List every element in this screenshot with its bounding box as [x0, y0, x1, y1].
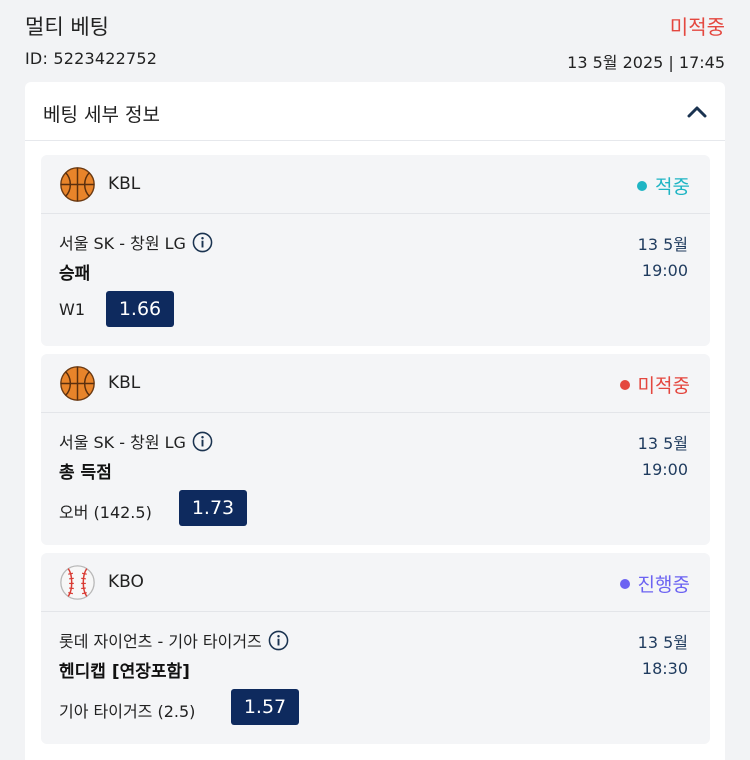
- bet-status: 미적중: [669, 15, 725, 39]
- selection-label: 기아 타이거즈 (2.5): [59, 702, 196, 721]
- event-time: 19:00: [641, 460, 688, 479]
- baseball-icon: [60, 565, 95, 600]
- odds-badge[interactable]: 1.66: [106, 291, 174, 327]
- bet-header: 멀티 베팅 미적중 ID: 5223422752 13 5월 2025 | 17…: [0, 0, 750, 82]
- match-teams: 서울 SK - 창원 LG: [59, 234, 186, 253]
- bet-card-header: KBL 적중: [41, 155, 710, 214]
- status-dot: [619, 379, 630, 390]
- status-label: 적중: [655, 176, 690, 198]
- bet-result-status: 미적중: [619, 371, 690, 398]
- bet-details-panel: 베팅 세부 정보 KBL 적중 서울 SK - 창원 LG 승패 W1 1.66…: [25, 82, 725, 760]
- match-name: 서울 SK - 창원 LG: [59, 429, 213, 453]
- bet-type-title: 멀티 베팅: [25, 15, 109, 39]
- league-name: KBO: [108, 572, 144, 592]
- event-time: 19:00: [641, 261, 688, 280]
- bet-result-status: 진행중: [619, 570, 690, 597]
- status-dot: [619, 578, 630, 589]
- bet-card: KBL 미적중 서울 SK - 창원 LG 총 득점 오버 (142.5) 1.…: [41, 354, 710, 545]
- league-name: KBL: [108, 373, 141, 393]
- league-name: KBL: [108, 174, 141, 194]
- market-name: 헨디캡 [연장포함]: [59, 662, 190, 682]
- info-icon[interactable]: [268, 630, 289, 651]
- bet-card: KBO 진행중 롯데 자이언츠 - 기아 타이거즈 헨디캡 [연장포함] 기아 …: [41, 553, 710, 744]
- bet-card-header: KBO 진행중: [41, 553, 710, 612]
- chevron-up-icon: [687, 106, 707, 118]
- bet-datetime: 13 5월 2025 | 17:45: [567, 53, 725, 72]
- match-name: 롯데 자이언츠 - 기아 타이거즈: [59, 628, 289, 652]
- bet-card: KBL 적중 서울 SK - 창원 LG 승패 W1 1.66 13 5월 19…: [41, 155, 710, 346]
- bet-id: ID: 5223422752: [25, 49, 158, 68]
- market-name: 총 득점: [59, 463, 112, 483]
- status-label: 진행중: [637, 574, 690, 596]
- basketball-icon: [60, 366, 95, 401]
- status-dot: [637, 180, 648, 191]
- odds-badge[interactable]: 1.57: [231, 689, 299, 725]
- event-date: 13 5월: [637, 434, 688, 453]
- bet-details-header[interactable]: 베팅 세부 정보: [25, 82, 725, 141]
- selection-label: W1: [59, 300, 85, 319]
- collapse-button[interactable]: [681, 96, 713, 128]
- event-date: 13 5월: [637, 633, 688, 652]
- info-icon[interactable]: [192, 431, 213, 452]
- bet-details-title: 베팅 세부 정보: [43, 104, 160, 126]
- event-date: 13 5월: [637, 235, 688, 254]
- event-time: 18:30: [641, 659, 688, 678]
- match-name: 서울 SK - 창원 LG: [59, 230, 213, 254]
- odds-badge[interactable]: 1.73: [179, 490, 247, 526]
- market-name: 승패: [59, 264, 91, 284]
- bet-card-header: KBL 미적중: [41, 354, 710, 413]
- match-teams: 롯데 자이언츠 - 기아 타이거즈: [59, 632, 262, 651]
- bet-result-status: 적중: [637, 172, 690, 199]
- selection-label: 오버 (142.5): [59, 503, 152, 522]
- info-icon[interactable]: [192, 232, 213, 253]
- status-label: 미적중: [637, 375, 690, 397]
- basketball-icon: [60, 167, 95, 202]
- match-teams: 서울 SK - 창원 LG: [59, 433, 186, 452]
